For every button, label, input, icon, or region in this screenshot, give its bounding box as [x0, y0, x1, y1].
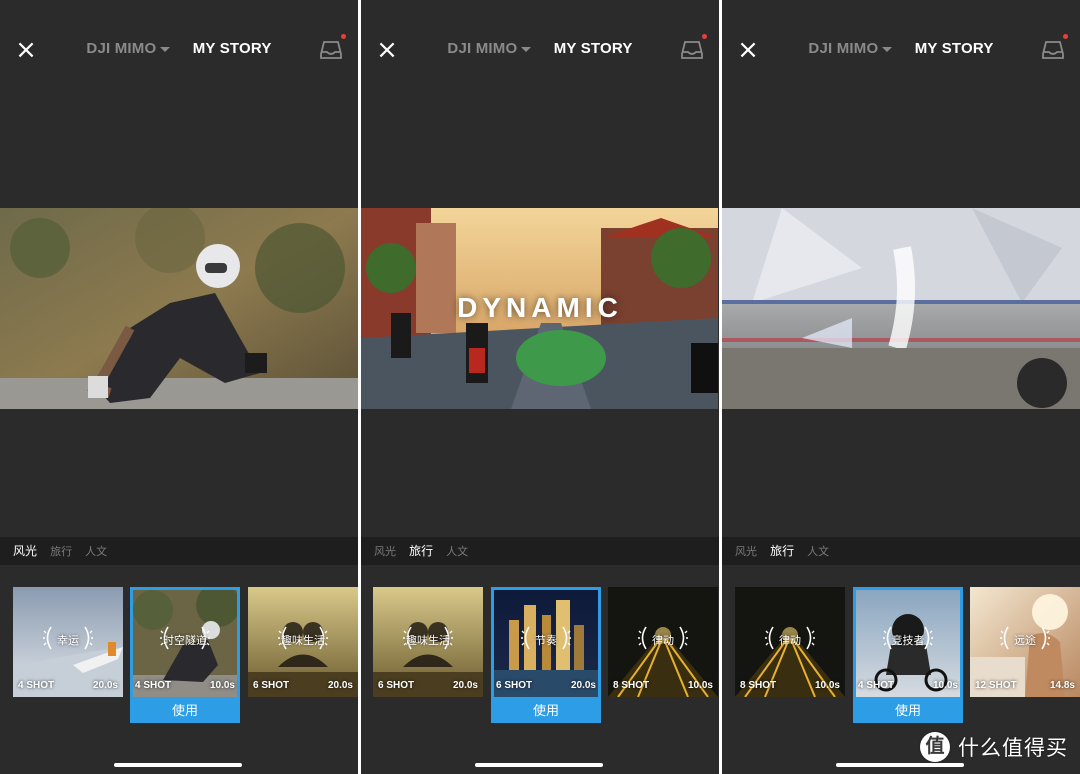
template-name: 竞技者: [891, 635, 925, 647]
use-template-button[interactable]: 使用: [130, 698, 240, 723]
home-indicator: [114, 763, 242, 767]
template-shot-count: 6 SHOT: [253, 680, 290, 691]
category-tab-scenery[interactable]: 风光: [13, 537, 37, 565]
chevron-down-icon: [160, 46, 171, 52]
template-name: 幸运: [57, 635, 79, 647]
use-template-button[interactable]: 使用: [853, 698, 963, 723]
category-tab-scenery[interactable]: 风光: [735, 538, 757, 566]
template-duration: 10.0s: [687, 680, 713, 691]
template-list: 趣味生活 6 SHOT 20.0s 节奏 6 SHOT 20.0s 使用 律动 …: [361, 587, 719, 727]
tab-dji-mimo-label: DJI MIMO: [447, 40, 518, 57]
template-duration: 10.0s: [932, 680, 958, 691]
template-name: 节奏: [535, 635, 557, 647]
template-name: 趣味生活: [406, 635, 450, 647]
nav-tabs: DJI MIMO MY STORY: [0, 40, 358, 57]
tab-my-story[interactable]: MY STORY: [554, 40, 633, 57]
template-card[interactable]: 律动 8 SHOT 10.0s: [735, 587, 845, 697]
tab-dji-mimo[interactable]: DJI MIMO: [86, 40, 171, 57]
category-bar: 风光 旅行 人文: [0, 537, 358, 565]
template-duration: 10.0s: [209, 680, 235, 691]
template-card-selected[interactable]: 时空隧道 4 SHOT 10.0s 使用: [130, 587, 240, 723]
template-shot-count: 4 SHOT: [18, 680, 55, 691]
template-name: 趣味生活: [281, 635, 325, 647]
template-name: 远途: [1014, 635, 1036, 647]
template-name: 律动: [652, 635, 674, 647]
tab-my-story[interactable]: MY STORY: [915, 40, 994, 57]
template-card[interactable]: 趣味生活 6 SHOT 20.0s: [248, 587, 358, 697]
top-bar: × DJI MIMO MY STORY: [361, 0, 719, 100]
category-bar: 风光 旅行 人文: [722, 537, 1080, 565]
home-indicator: [836, 763, 964, 767]
template-list: 律动 8 SHOT 10.0s 竞技者 4 SHOT 10.0s 使用 远途 1: [722, 587, 1080, 727]
template-duration: 14.8s: [1049, 680, 1075, 691]
template-shot-count: 12 SHOT: [975, 680, 1017, 691]
tab-dji-mimo-label: DJI MIMO: [86, 40, 157, 57]
notification-dot: [341, 34, 346, 39]
category-tab-culture[interactable]: 人文: [807, 538, 829, 566]
preview-title-overlay: DYNAMIC: [457, 292, 623, 323]
template-duration: 20.0s: [92, 680, 118, 691]
template-card[interactable]: 趣味生活 6 SHOT 20.0s: [373, 587, 483, 697]
top-bar: × DJI MIMO MY STORY: [722, 0, 1080, 100]
chevron-down-icon: [882, 46, 893, 52]
category-tab-scenery[interactable]: 风光: [374, 538, 396, 566]
nav-tabs: DJI MIMO MY STORY: [361, 40, 719, 57]
template-duration: 20.0s: [570, 680, 596, 691]
template-list: 幸运 4 SHOT 20.0s 时空隧道 4 SHOT 10.0s 使用 趣味生…: [0, 587, 358, 727]
template-duration: 10.0s: [814, 680, 840, 691]
template-shot-count: 6 SHOT: [496, 680, 533, 691]
site-watermark: 值 什么值得买: [920, 732, 1068, 762]
phone-screen-1: × DJI MIMO MY STORY 风光 旅行 人文 幸运 4 SHOT 2…: [0, 0, 358, 774]
category-tab-culture[interactable]: 人文: [446, 538, 468, 566]
template-card[interactable]: 律动 8 SHOT 10.0s: [608, 587, 718, 697]
template-card-selected[interactable]: 竞技者 4 SHOT 10.0s 使用: [853, 587, 963, 723]
notification-dot: [702, 34, 707, 39]
phone-screen-2: × DJI MIMO MY STORY DYNAMIC 风光 旅行 人文 趣味生…: [361, 0, 719, 774]
top-bar: × DJI MIMO MY STORY: [0, 0, 358, 100]
template-shot-count: 8 SHOT: [740, 680, 777, 691]
use-template-button[interactable]: 使用: [491, 698, 601, 723]
tab-dji-mimo[interactable]: DJI MIMO: [808, 40, 893, 57]
template-preview-video[interactable]: [722, 208, 1080, 409]
tab-dji-mimo[interactable]: DJI MIMO: [447, 40, 532, 57]
template-shot-count: 4 SHOT: [135, 680, 172, 691]
template-card[interactable]: 远途 12 SHOT 14.8s: [970, 587, 1080, 697]
template-duration: 20.0s: [327, 680, 353, 691]
template-shot-count: 8 SHOT: [613, 680, 650, 691]
inbox-icon[interactable]: [1042, 34, 1068, 60]
chevron-down-icon: [521, 46, 532, 52]
category-tab-travel[interactable]: 旅行: [409, 537, 433, 565]
phone-screen-3: × DJI MIMO MY STORY 风光 旅行 人文 律动 8 SHOT 1…: [722, 0, 1080, 774]
category-tab-culture[interactable]: 人文: [85, 538, 107, 566]
template-shot-count: 6 SHOT: [378, 680, 415, 691]
inbox-icon[interactable]: [320, 34, 346, 60]
template-name: 时空隧道: [163, 635, 207, 647]
category-bar: 风光 旅行 人文: [361, 537, 719, 565]
template-preview-video[interactable]: [0, 208, 358, 409]
watermark-logo-icon: 值: [920, 732, 950, 762]
template-shot-count: 4 SHOT: [858, 680, 895, 691]
category-tab-travel[interactable]: 旅行: [50, 538, 72, 566]
inbox-icon[interactable]: [681, 34, 707, 60]
home-indicator: [475, 763, 603, 767]
template-card[interactable]: 幸运 4 SHOT 20.0s: [13, 587, 123, 697]
notification-dot: [1063, 34, 1068, 39]
template-preview-video[interactable]: DYNAMIC: [361, 208, 719, 409]
watermark-text: 什么值得买: [958, 736, 1068, 760]
nav-tabs: DJI MIMO MY STORY: [722, 40, 1080, 57]
template-card-selected[interactable]: 节奏 6 SHOT 20.0s 使用: [491, 587, 601, 723]
template-duration: 20.0s: [452, 680, 478, 691]
tab-dji-mimo-label: DJI MIMO: [808, 40, 879, 57]
tab-my-story[interactable]: MY STORY: [193, 40, 272, 57]
template-name: 律动: [779, 635, 801, 647]
category-tab-travel[interactable]: 旅行: [770, 537, 794, 565]
